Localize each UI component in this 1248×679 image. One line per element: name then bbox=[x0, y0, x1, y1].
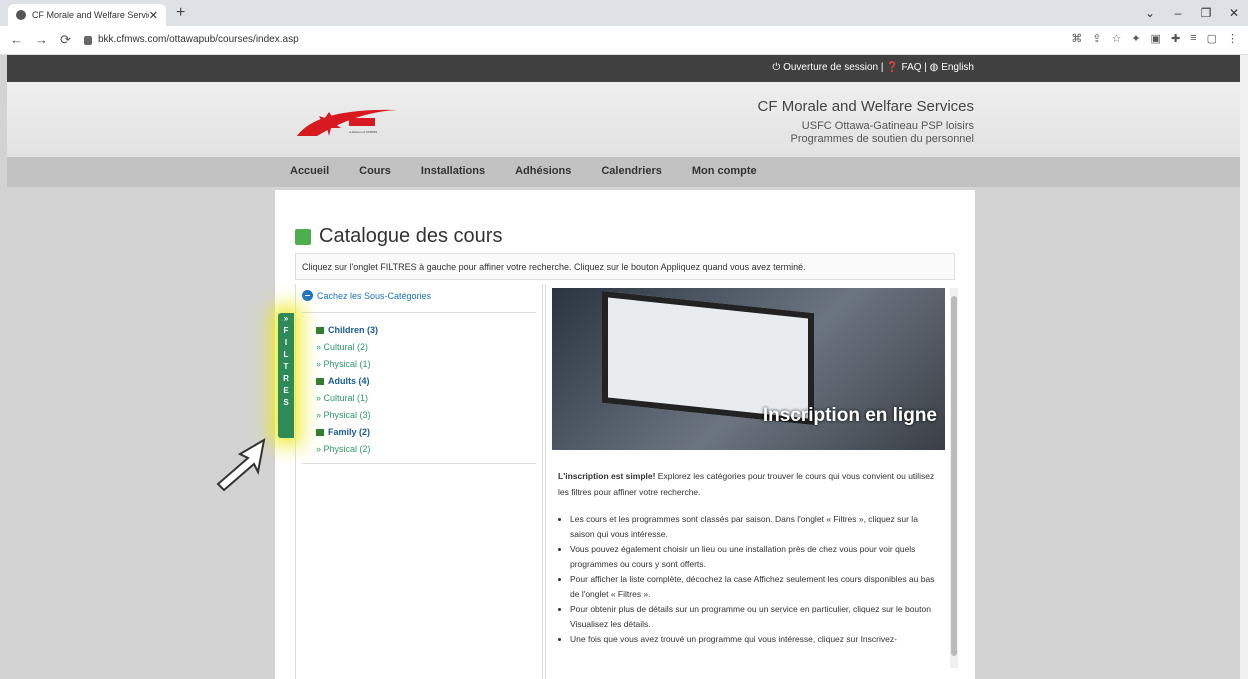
nav-item-cours[interactable]: Cours bbox=[359, 165, 391, 177]
close-tab-icon[interactable]: ✕ bbox=[149, 9, 158, 22]
filters-tab[interactable]: » F I L T R E S bbox=[278, 313, 294, 438]
url-text: bkk.cfmws.com/ottawapub/courses/index.as… bbox=[98, 34, 299, 45]
list-item: Pour obtenir plus de détails sur un prog… bbox=[570, 602, 938, 632]
page-title-row: Catalogue des cours bbox=[295, 225, 502, 248]
subcategory-physical[interactable]: » Physical (2) bbox=[316, 441, 378, 458]
info-pane: Inscription en ligne L'inscription est s… bbox=[545, 284, 964, 679]
restore-icon[interactable]: ❐ bbox=[1192, 0, 1220, 26]
new-tab-icon[interactable]: + bbox=[176, 4, 185, 22]
lock-icon bbox=[84, 35, 92, 45]
back-icon[interactable]: ← bbox=[10, 32, 23, 48]
page-title: Catalogue des cours bbox=[319, 225, 503, 247]
subcategory-physical[interactable]: » Physical (3) bbox=[316, 407, 378, 424]
category-label: Family (2) bbox=[328, 427, 371, 437]
org-subtitle-1: USFC Ottawa-Gatineau PSP loisirs bbox=[801, 120, 974, 132]
category-label: Adults (4) bbox=[328, 376, 370, 386]
nav-item-mon-compte[interactable]: Mon compte bbox=[692, 165, 757, 177]
extension-icon[interactable]: ✦ bbox=[1131, 32, 1140, 45]
main-content: Catalogue des cours Cliquez sur l'onglet… bbox=[275, 190, 975, 679]
info-text: L'inscription est simple! Explorez les c… bbox=[558, 468, 938, 647]
translate-icon[interactable]: ⌘ bbox=[1071, 32, 1082, 45]
list-item: Une fois que vous avez trouvé un program… bbox=[570, 632, 938, 647]
divider bbox=[302, 463, 536, 464]
filters-letter: L bbox=[283, 350, 289, 359]
url-field[interactable]: bkk.cfmws.com/ottawapub/courses/index.as… bbox=[84, 31, 1044, 49]
menu-icon[interactable]: ⋮ bbox=[1227, 32, 1238, 45]
svg-text:A division of CFMWS: A division of CFMWS bbox=[349, 130, 377, 134]
category-pane: Cachez les Sous-Catégories Children (3) … bbox=[295, 284, 543, 679]
filters-letter: R bbox=[283, 374, 289, 383]
category-adults[interactable]: Adults (4) bbox=[316, 373, 378, 390]
scrollbar-thumb[interactable] bbox=[951, 296, 957, 656]
extension-icons: ⌘ ⇪ ☆ ✦ ▣ ✚ ≡ ▢ ⋮ bbox=[1071, 32, 1238, 45]
chevron-down-icon[interactable]: ⌄ bbox=[1136, 0, 1164, 26]
list-item: Les cours et les programmes sont classés… bbox=[570, 512, 938, 542]
collapse-icon[interactable] bbox=[316, 378, 324, 385]
puzzle-icon[interactable]: ✚ bbox=[1171, 32, 1180, 45]
org-subtitle-2: Programmes de soutien du personnel bbox=[790, 133, 974, 145]
nav-item-adhesions[interactable]: Adhésions bbox=[515, 165, 571, 177]
hide-subcategories-link[interactable]: Cachez les Sous-Catégories bbox=[302, 290, 431, 301]
intro-paragraph: L'inscription est simple! Explorez les c… bbox=[558, 468, 938, 500]
subcategory-cultural[interactable]: » Cultural (2) bbox=[316, 339, 378, 356]
pane-scrollbar[interactable] bbox=[950, 288, 958, 668]
filters-letter: S bbox=[283, 398, 289, 407]
utility-links: ⏻ Ouverture de session | ❓ FAQ | ◍ Engli… bbox=[772, 62, 974, 73]
utility-bar: ⏻ Ouverture de session | ❓ FAQ | ◍ Engli… bbox=[7, 55, 1240, 82]
subcategory-cultural[interactable]: » Cultural (1) bbox=[316, 390, 378, 407]
hero-image: Inscription en ligne bbox=[552, 288, 945, 450]
page-scrollbar[interactable] bbox=[1240, 55, 1248, 679]
browser-tab[interactable]: CF Morale and Welfare Services ✕ bbox=[8, 4, 166, 26]
globe-icon bbox=[16, 10, 26, 20]
nav-item-calendriers[interactable]: Calendriers bbox=[601, 165, 662, 177]
org-name: CF Morale and Welfare Services bbox=[757, 98, 974, 115]
english-link[interactable]: English bbox=[941, 62, 974, 73]
list-item: Vous pouvez également choisir un lieu ou… bbox=[570, 542, 938, 572]
list-item: Pour afficher la liste complète, décoche… bbox=[570, 572, 938, 602]
intro-bold: L'inscription est simple! bbox=[558, 471, 656, 481]
browser-nav-buttons: ← → ⟳ bbox=[10, 32, 71, 48]
subcategory-physical[interactable]: » Physical (1) bbox=[316, 356, 378, 373]
collapse-icon[interactable] bbox=[316, 429, 324, 436]
nav-item-installations[interactable]: Installations bbox=[421, 165, 485, 177]
login-link[interactable]: ⏻ Ouverture de session bbox=[772, 62, 878, 73]
forward-icon[interactable]: → bbox=[35, 32, 48, 48]
faq-link[interactable]: ❓ FAQ bbox=[886, 62, 921, 73]
pocket-icon[interactable]: ▣ bbox=[1151, 32, 1161, 45]
share-icon[interactable]: ⇪ bbox=[1092, 32, 1101, 45]
reading-list-icon[interactable]: ≡ bbox=[1190, 32, 1196, 45]
site-header: A division of CFMWS CF Morale and Welfar… bbox=[7, 82, 1240, 157]
nav-item-accueil[interactable]: Accueil bbox=[290, 165, 329, 177]
address-bar: ← → ⟳ bkk.cfmws.com/ottawapub/courses/in… bbox=[0, 26, 1248, 55]
pointer-arrow-icon bbox=[216, 438, 266, 492]
sidepanel-icon[interactable]: ▢ bbox=[1207, 32, 1217, 45]
star-icon[interactable]: ☆ bbox=[1111, 32, 1121, 45]
browser-tabbar: CF Morale and Welfare Services ✕ + ⌄ – ❐… bbox=[0, 0, 1248, 26]
collapse-icon[interactable] bbox=[316, 327, 324, 334]
tab-title: CF Morale and Welfare Services bbox=[32, 10, 149, 20]
category-list: Children (3) » Cultural (2) » Physical (… bbox=[316, 322, 378, 458]
divider bbox=[302, 312, 536, 313]
minus-circle-icon bbox=[302, 290, 313, 301]
filters-letter: F bbox=[283, 326, 289, 335]
category-family[interactable]: Family (2) bbox=[316, 424, 378, 441]
category-children[interactable]: Children (3) bbox=[316, 322, 378, 339]
filters-letter: T bbox=[283, 362, 289, 371]
hide-subcategories-label: Cachez les Sous-Catégories bbox=[317, 290, 432, 301]
hero-caption: Inscription en ligne bbox=[762, 405, 937, 426]
globe-icon: ◍ bbox=[929, 62, 939, 73]
category-label: Children (3) bbox=[328, 325, 379, 335]
main-nav: Accueil Cours Installations Adhésions Ca… bbox=[7, 157, 1240, 187]
close-window-icon[interactable]: ✕ bbox=[1220, 0, 1248, 26]
info-bullets: Les cours et les programmes sont classés… bbox=[558, 512, 938, 647]
filters-letter: I bbox=[284, 338, 288, 347]
calendar-icon bbox=[295, 228, 311, 245]
window-controls: ⌄ – ❐ ✕ bbox=[1136, 0, 1248, 26]
cfmws-logo[interactable]: A division of CFMWS bbox=[287, 104, 437, 140]
filters-letter: E bbox=[283, 386, 289, 395]
reload-icon[interactable]: ⟳ bbox=[60, 32, 71, 48]
instruction-box: Cliquez sur l'onglet FILTRES à gauche po… bbox=[295, 253, 955, 280]
minimize-icon[interactable]: – bbox=[1164, 0, 1192, 26]
filters-letter: » bbox=[283, 314, 289, 323]
